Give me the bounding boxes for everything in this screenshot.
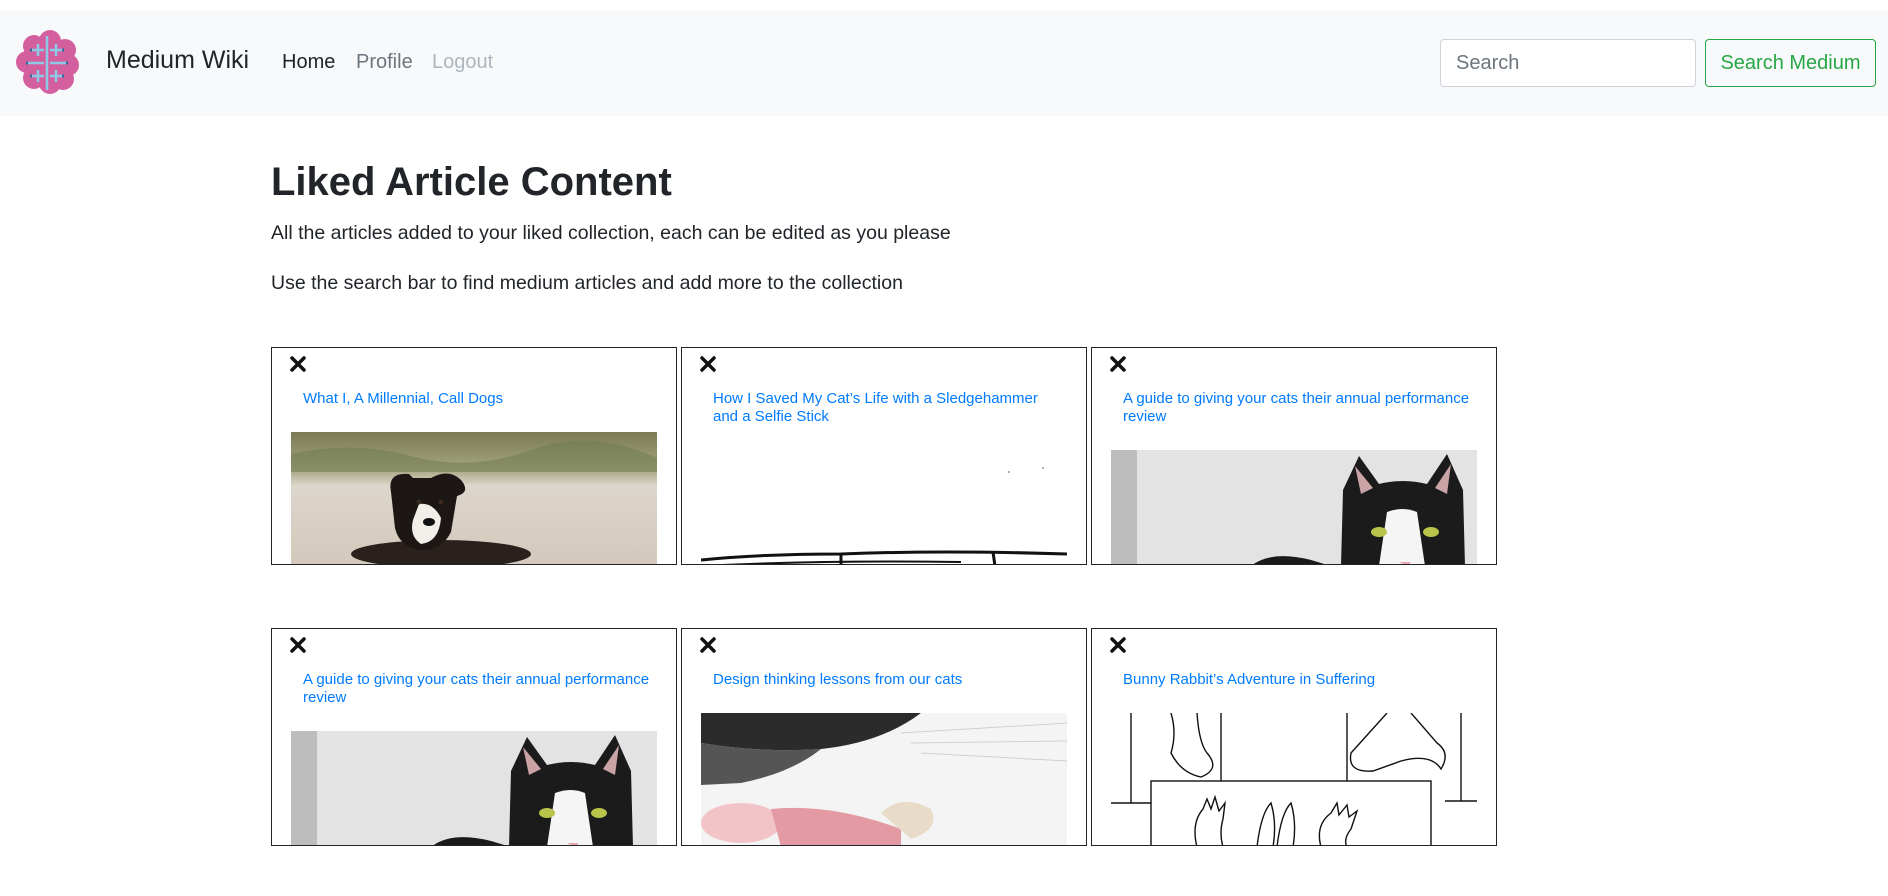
close-icon[interactable]: [288, 635, 308, 655]
nav-link-profile[interactable]: Profile: [356, 51, 413, 74]
article-image[interactable]: [1111, 450, 1477, 565]
article-image[interactable]: [1111, 713, 1477, 846]
close-icon[interactable]: [288, 354, 308, 374]
article-card: Design thinking lessons from our cats: [681, 628, 1087, 846]
article-image[interactable]: [291, 432, 657, 565]
search-input[interactable]: [1440, 39, 1696, 87]
article-title-link[interactable]: What I, A Millennial, Call Dogs: [303, 390, 653, 408]
article-title-link[interactable]: Bunny Rabbit’s Adventure in Suffering: [1123, 671, 1473, 689]
page-description: All the articles added to your liked col…: [271, 222, 951, 244]
article-image[interactable]: [701, 450, 1067, 565]
navbar-brand[interactable]: Medium Wiki: [106, 46, 249, 75]
article-title-link[interactable]: A guide to giving your cats their annual…: [1123, 390, 1473, 426]
page-title: Liked Article Content: [271, 160, 672, 204]
close-icon[interactable]: [1108, 635, 1128, 655]
nav-link-home[interactable]: Home: [282, 51, 335, 74]
search-medium-button[interactable]: Search Medium: [1705, 39, 1876, 87]
close-icon[interactable]: [1108, 354, 1128, 374]
article-card: A guide to giving your cats their annual…: [271, 628, 677, 846]
navbar: Medium Wiki Home Profile Logout Search M…: [0, 10, 1888, 116]
article-title-link[interactable]: Design thinking lessons from our cats: [713, 671, 1063, 689]
article-card: A guide to giving your cats their annual…: [1091, 347, 1497, 565]
article-card: How I Saved My Cat’s Life with a Sledgeh…: [681, 347, 1087, 565]
article-title-link[interactable]: How I Saved My Cat’s Life with a Sledgeh…: [713, 390, 1063, 426]
article-card: What I, A Millennial, Call Dogs: [271, 347, 677, 565]
article-image[interactable]: [291, 731, 657, 846]
article-card: Bunny Rabbit’s Adventure in Suffering: [1091, 628, 1497, 846]
nav-link-logout[interactable]: Logout: [432, 51, 493, 74]
brain-icon[interactable]: [14, 30, 80, 96]
page-instructions: Use the search bar to find medium articl…: [271, 272, 903, 294]
close-icon[interactable]: [698, 354, 718, 374]
article-title-link[interactable]: A guide to giving your cats their annual…: [303, 671, 653, 707]
close-icon[interactable]: [698, 635, 718, 655]
article-image[interactable]: [701, 713, 1067, 846]
